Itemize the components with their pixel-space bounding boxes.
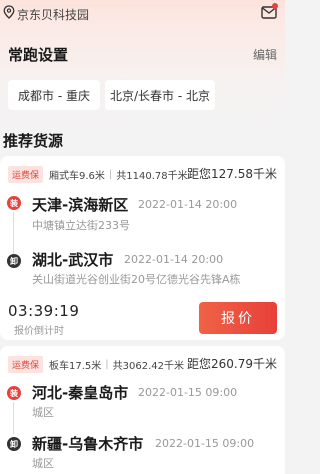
unload-time: 2022-01-14 20:00 bbox=[124, 253, 224, 266]
divider: | bbox=[108, 169, 113, 180]
cargo-card[interactable]: 运费保 板车17.5米 | 共3062.42千米 距您260.79千米 装 河北… bbox=[0, 346, 285, 474]
insurance-tag: 运费保 bbox=[8, 356, 44, 373]
route-line bbox=[13, 402, 14, 434]
route-line bbox=[13, 212, 14, 254]
load-city: 天津-滨海新区 bbox=[32, 196, 129, 214]
unload-city: 湖北-武汉市 bbox=[32, 251, 114, 269]
total-distance: 共3062.42千米 bbox=[112, 361, 185, 372]
bid-button[interactable]: 报价 bbox=[199, 302, 277, 334]
location-pin-icon[interactable] bbox=[3, 5, 15, 19]
load-badge: 装 bbox=[7, 386, 21, 400]
divider: | bbox=[105, 359, 109, 370]
routes-title: 常跑设置 bbox=[8, 46, 69, 64]
countdown-label: 报价倒计时 bbox=[14, 326, 64, 337]
load-time: 2022-01-14 20:00 bbox=[138, 198, 238, 211]
unload-address: 城区 bbox=[32, 457, 54, 470]
load-address: 城区 bbox=[32, 406, 54, 419]
unread-dot bbox=[272, 3, 278, 9]
edit-routes-button[interactable]: 编辑 bbox=[253, 46, 277, 63]
cargo-tags: 运费保 厢式车9.6米 | 共1140.78千米 bbox=[8, 166, 192, 183]
cargo-tags: 运费保 板车17.5米 | 共3062.42千米 bbox=[8, 356, 188, 373]
load-city: 河北-秦皇岛市 bbox=[32, 384, 129, 402]
current-location[interactable]: 京东贝科技园 bbox=[17, 6, 89, 23]
unload-city: 新疆-乌鲁木齐市 bbox=[32, 435, 144, 453]
truck-type: 厢式车9.6米 bbox=[49, 171, 105, 182]
total-distance: 共1140.78千米 bbox=[116, 171, 188, 182]
cargo-card[interactable]: 运费保 厢式车9.6米 | 共1140.78千米 距您127.58千米 装 天津… bbox=[0, 156, 285, 340]
unload-badge: 卸 bbox=[7, 437, 21, 451]
countdown-timer: 03:39:19 bbox=[8, 302, 80, 320]
load-badge: 装 bbox=[7, 196, 21, 210]
unload-badge: 卸 bbox=[7, 254, 21, 268]
distance-to-me: 距您127.58千米 bbox=[187, 167, 277, 181]
truck-type: 板车17.5米 bbox=[49, 361, 102, 372]
distance-to-me: 距您260.79千米 bbox=[187, 357, 277, 371]
unload-time: 2022-01-15 09:00 bbox=[155, 437, 255, 450]
recommended-title: 推荐货源 bbox=[3, 132, 64, 150]
load-address: 中塘镇立达街233号 bbox=[32, 219, 130, 232]
unload-address: 关山街道光谷创业街20号亿德光谷先锋A栋 bbox=[32, 273, 241, 286]
route-chip[interactable]: 北京/长春市 - 北京 bbox=[105, 80, 215, 110]
insurance-tag: 运费保 bbox=[8, 166, 44, 183]
load-time: 2022-01-15 09:00 bbox=[138, 386, 238, 399]
route-chip[interactable]: 成都市 - 重庆 bbox=[8, 80, 100, 110]
